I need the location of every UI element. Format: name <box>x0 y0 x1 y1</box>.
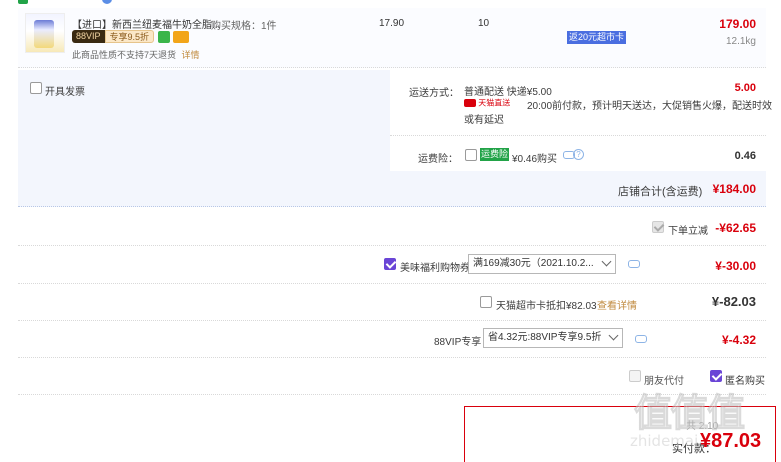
card-icon <box>173 31 189 43</box>
chat-bubble-icon[interactable] <box>628 260 640 268</box>
divider <box>18 283 766 284</box>
rebate-tag: 返20元超市卡 <box>567 31 627 44</box>
top-strip <box>18 0 118 4</box>
info-icon <box>102 0 112 4</box>
shipping-label: 运送方式： <box>409 88 459 99</box>
shipping-fee: 5.00 <box>734 82 756 94</box>
service-icon <box>158 31 170 43</box>
unit-price: 17.90 <box>379 18 405 29</box>
coupon-amount: ¥-30.00 <box>715 259 756 273</box>
market-card-detail-link[interactable]: 查看详情 <box>597 297 637 312</box>
coupon-select-value: 满169减30元（2021.10.2... <box>473 258 594 269</box>
chat-bubble-icon[interactable] <box>635 335 647 343</box>
watermark-domain: zhidemai <box>630 432 699 450</box>
shipping-note-line1: 20:00前付款，预计明天送达，大促销售火爆，配送时效 <box>527 101 773 112</box>
vip88-label: 88VIP专享 <box>434 337 482 348</box>
shipping-method: 普通配送 快递¥5.00 <box>464 87 552 98</box>
vip88-select[interactable]: 省4.32元:88VIP专享9.5折 <box>483 328 623 348</box>
market-card-amount: ¥-82.03 <box>711 294 756 309</box>
no-return-text: 此商品性质不支持7天退货 <box>72 50 177 60</box>
coupon-select[interactable]: 满169减30元（2021.10.2... <box>468 254 616 274</box>
product-spec: 购买规格：1件 <box>211 21 277 32</box>
store-total-amount: ¥184.00 <box>712 182 756 196</box>
vip88-amount: ¥-4.32 <box>721 333 756 347</box>
invoice-checkbox[interactable] <box>30 82 42 94</box>
insurance-price: ¥0.46购买 <box>512 154 558 165</box>
green-check-icon <box>18 0 28 4</box>
watermark-glyphs: 值 值 值 <box>633 393 745 436</box>
product-title[interactable]: 【进口】新西兰纽麦福牛奶全脂... <box>72 16 220 31</box>
vip88-select-value: 省4.32元:88VIP专享9.5折 <box>488 332 602 343</box>
instant-discount-amount: -¥62.65 <box>715 221 756 235</box>
shipping-divider <box>390 135 766 136</box>
vip-badge-group: 88VIP 专享9.5折 <box>72 30 155 43</box>
invoice-label[interactable]: 开具发票 <box>45 83 85 98</box>
coupon-label: 美味福利购物券 <box>400 263 470 274</box>
help-icon[interactable]: ? <box>573 149 584 160</box>
milk-can-shape <box>34 20 54 48</box>
store-total-label: 店铺合计(含运费) <box>618 186 703 198</box>
product-weight: 12.1kg <box>725 36 756 47</box>
insurance-checkbox[interactable] <box>465 149 477 161</box>
instant-discount-label: 下单立减 <box>668 226 708 237</box>
insurance-label: 运费险： <box>418 154 458 165</box>
chevron-down-icon <box>608 330 619 341</box>
market-card-label: 天猫超市卡抵扣¥82.03 <box>496 301 597 312</box>
coupon-checkbox[interactable] <box>384 258 396 270</box>
insurance-amount: 0.46 <box>734 150 756 162</box>
market-card-checkbox[interactable] <box>480 296 492 308</box>
tmall-direct-label: 天猫直送 <box>478 98 511 108</box>
divider <box>18 357 766 358</box>
quantity: 10 <box>478 18 490 29</box>
vip-discount-badge: 专享9.5折 <box>104 30 155 43</box>
tmall-direct-tag: 天猫直送 <box>464 97 510 108</box>
shipping-note-line2: 或有延迟 <box>464 115 504 126</box>
tmall-cat-icon <box>464 98 476 107</box>
watermark-logo: 值 值 值 zhidemai <box>630 378 780 462</box>
detail-link[interactable]: 详情 <box>182 50 200 60</box>
divider <box>18 320 766 321</box>
product-subtotal: 179.00 <box>719 17 756 31</box>
instant-discount-checkbox <box>652 221 664 233</box>
divider <box>18 245 766 246</box>
product-thumbnail[interactable] <box>25 13 65 53</box>
chevron-down-icon <box>601 256 612 267</box>
no-return-notice: 此商品性质不支持7天退货 详情 <box>72 48 200 61</box>
vip-badge: 88VIP <box>72 30 105 43</box>
insurance-tag: 运费险 <box>480 148 510 161</box>
